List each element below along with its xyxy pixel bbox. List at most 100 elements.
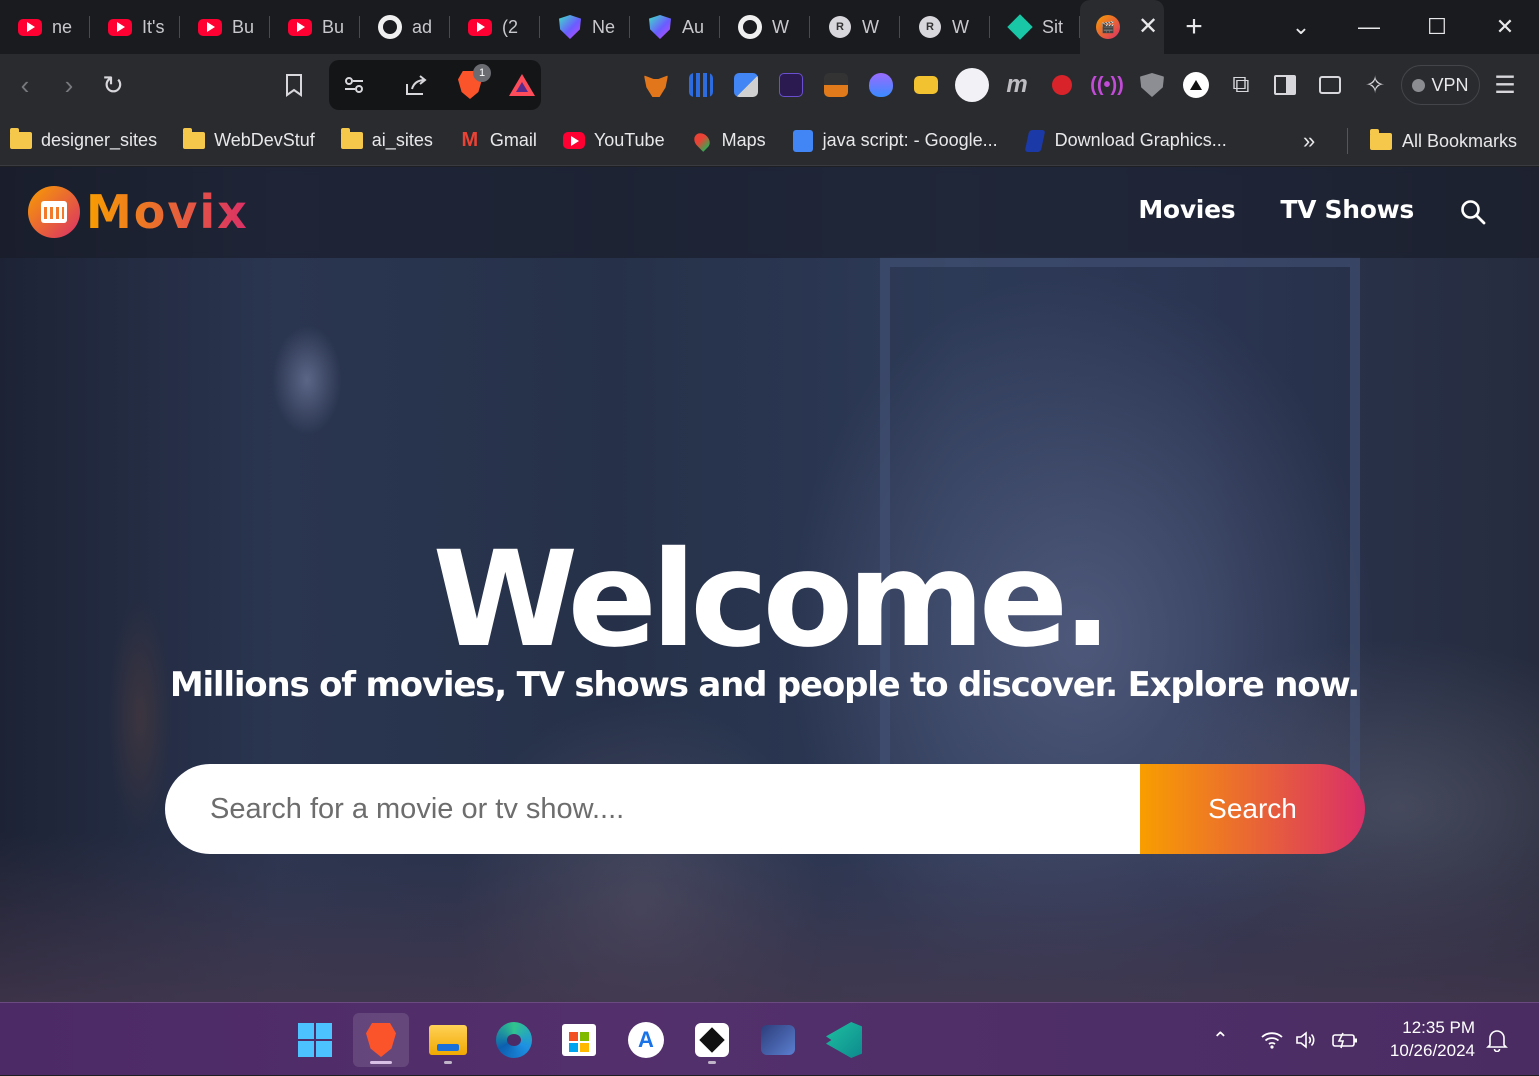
triangle-ext-icon[interactable] — [1181, 70, 1211, 100]
maps-icon — [690, 129, 713, 152]
back-icon[interactable]: ‹ — [8, 68, 42, 102]
battery-icon[interactable] — [1331, 1003, 1359, 1076]
menu-icon[interactable]: ☰ — [1488, 68, 1522, 102]
bookmark-java-script-doc[interactable]: java script: - Google... — [792, 129, 998, 152]
tab[interactable]: W — [720, 0, 810, 54]
nav-movies[interactable]: Movies — [1138, 195, 1235, 224]
blocker-ext-icon[interactable] — [1047, 70, 1077, 100]
folder-ext-icon[interactable] — [911, 70, 941, 100]
tab[interactable]: Sit — [990, 0, 1080, 54]
taskbar-app-store[interactable]: A — [618, 1013, 674, 1067]
close-tab-icon[interactable]: ✕ — [1138, 15, 1158, 39]
m-ext-icon[interactable]: m — [1002, 70, 1032, 100]
bookmark-youtube[interactable]: YouTube — [562, 130, 665, 151]
search-input[interactable] — [165, 764, 1140, 854]
clock-date: 10/26/2024 — [1389, 1041, 1475, 1060]
bookmark-gmail[interactable]: M Gmail — [459, 129, 536, 151]
more-bookmarks-icon[interactable]: » — [1303, 116, 1315, 166]
bookmark-designer-sites[interactable]: designer_sites — [10, 128, 158, 151]
tab[interactable]: RW — [900, 0, 990, 54]
close-window-icon[interactable]: ✕ — [1471, 14, 1539, 40]
sidebar-toggle-icon[interactable] — [1270, 70, 1300, 100]
wifi-icon[interactable] — [1260, 1003, 1284, 1076]
window-controls: ⌄ — ☐ ✕ — [1267, 0, 1539, 54]
taskbar-planet-app[interactable] — [750, 1013, 806, 1067]
bookmark-ai-sites[interactable]: ai_sites — [340, 128, 433, 151]
sparkle-ext-icon[interactable] — [776, 70, 806, 100]
taskbar-vscode[interactable] — [816, 1013, 872, 1067]
bookmark-icon[interactable] — [277, 68, 311, 102]
leo-ai-icon[interactable]: ✧ — [1360, 70, 1390, 100]
share-icon[interactable] — [399, 68, 433, 102]
tab-title: Bu — [322, 16, 345, 37]
forward-icon[interactable]: › — [52, 68, 86, 102]
camera-ext-icon[interactable] — [821, 70, 851, 100]
new-tab-button[interactable]: + — [1164, 0, 1224, 54]
bookmark-label: designer_sites — [41, 130, 158, 150]
tab-search-chevron-icon[interactable]: ⌄ — [1267, 14, 1335, 40]
system-clock[interactable]: 12:35 PM 10/26/2024 — [1380, 1016, 1475, 1062]
active-tab[interactable]: 🎬 ✕ — [1080, 0, 1164, 54]
notifications-icon[interactable] — [1486, 1003, 1508, 1076]
tab[interactable]: RW — [810, 0, 900, 54]
youtube-icon — [18, 15, 42, 39]
tray-overflow-icon[interactable]: ⌃ — [1212, 1003, 1229, 1076]
taskbar-edge[interactable] — [486, 1013, 542, 1067]
tab-title: W — [772, 16, 789, 37]
volume-icon[interactable] — [1294, 1003, 1318, 1076]
tab[interactable]: ne — [0, 0, 90, 54]
extension-bars-icon[interactable] — [686, 70, 716, 100]
tab[interactable]: It's — [90, 0, 180, 54]
shield-ext-icon[interactable] — [1137, 70, 1167, 100]
metamask-icon[interactable] — [641, 70, 671, 100]
taskbar-cube-app[interactable] — [684, 1013, 740, 1067]
github-icon — [738, 15, 762, 39]
tab[interactable]: (2 — [450, 0, 540, 54]
site-logo[interactable]: Movix — [28, 185, 249, 239]
bookmark-webdevstuf[interactable]: WebDevStuf — [183, 128, 315, 151]
search-button[interactable]: Search — [1140, 764, 1365, 854]
brave-shields-icon[interactable]: 1 — [453, 64, 491, 102]
reload-icon[interactable]: ↻ — [96, 68, 130, 102]
tab[interactable]: ad — [360, 0, 450, 54]
vpn-label: VPN — [1431, 74, 1469, 95]
taskbar-file-explorer[interactable] — [420, 1013, 476, 1067]
vpn-button[interactable]: VPN — [1401, 65, 1480, 105]
wallet-icon[interactable] — [1315, 70, 1345, 100]
broadcast-ext-icon[interactable]: ((•)) — [1090, 70, 1124, 100]
tab[interactable]: Bu — [180, 0, 270, 54]
bookmark-label: java script: - Google... — [822, 130, 998, 150]
brave-rewards-icon[interactable] — [505, 68, 539, 102]
start-icon — [298, 1023, 332, 1057]
tab[interactable]: Bu — [270, 0, 360, 54]
avatar-ext-icon[interactable] — [954, 67, 990, 103]
site-settings-icon[interactable] — [337, 68, 371, 102]
tab-title: Au — [682, 16, 705, 37]
bookmarks-divider — [1347, 128, 1348, 154]
vpn-status-icon — [1412, 78, 1426, 92]
taskbar-brave[interactable] — [353, 1013, 409, 1067]
bookmark-label: Download Graphics... — [1054, 130, 1227, 150]
start-button[interactable] — [287, 1013, 343, 1067]
tab-title: W — [952, 16, 969, 37]
shield-icon — [558, 15, 582, 39]
tab-title: ad — [412, 16, 433, 37]
nav-tv-shows[interactable]: TV Shows — [1280, 195, 1414, 224]
bookmark-download-graphics[interactable]: Download Graphics... — [1024, 129, 1227, 152]
taskbar-store[interactable] — [551, 1013, 607, 1067]
bookmark-maps[interactable]: Maps — [690, 129, 766, 152]
youtube-icon — [198, 15, 222, 39]
tab-title: ne — [52, 16, 73, 37]
bookmark-label: YouTube — [593, 130, 665, 150]
minimize-icon[interactable]: — — [1335, 14, 1403, 40]
all-bookmarks[interactable]: All Bookmarks — [1370, 116, 1517, 166]
translate-icon[interactable] — [731, 70, 761, 100]
address-bar[interactable]: 1 — [329, 60, 541, 110]
youtube-icon — [108, 15, 132, 39]
search-icon[interactable] — [1460, 199, 1486, 225]
extensions-puzzle-icon[interactable]: ⧉ — [1226, 70, 1256, 100]
tab[interactable]: Ne — [540, 0, 630, 54]
flame-ext-icon[interactable] — [866, 70, 896, 100]
maximize-icon[interactable]: ☐ — [1403, 14, 1471, 40]
tab[interactable]: Au — [630, 0, 720, 54]
